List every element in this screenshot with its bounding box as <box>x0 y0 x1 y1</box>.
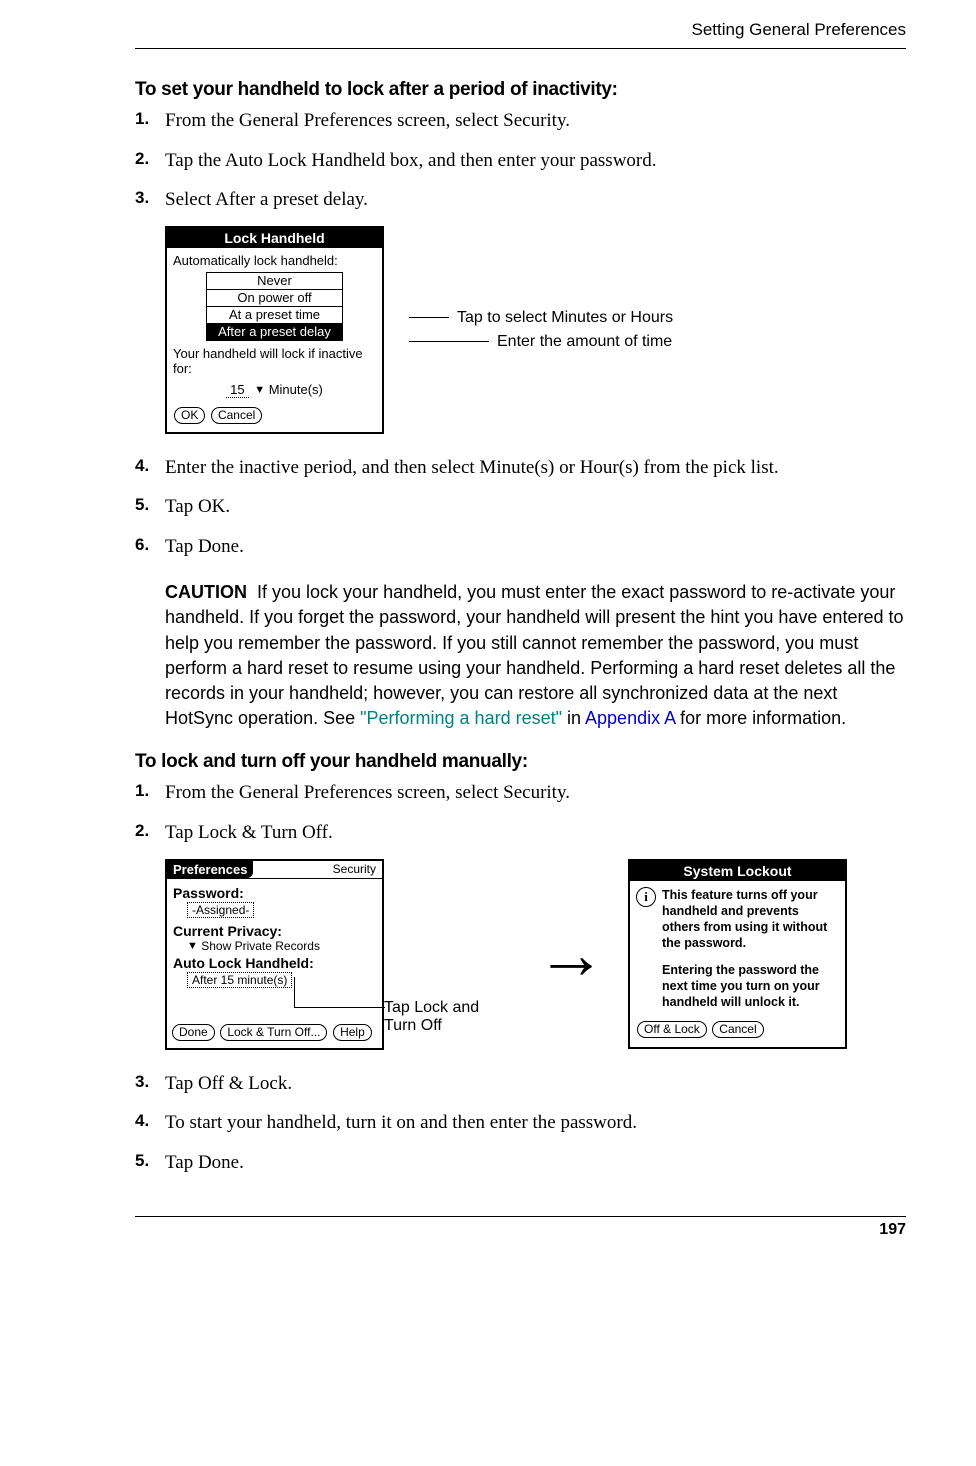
steps-list-2: 1.From the General Preferences screen, s… <box>135 779 906 846</box>
caution-block: CAUTION If you lock your handheld, you m… <box>165 580 906 731</box>
steps-list-1b: 4.Enter the inactive period, and then se… <box>135 454 906 561</box>
prompt-inactive: Your handheld will lock if inactive for: <box>173 346 376 376</box>
help-button[interactable]: Help <box>333 1024 372 1041</box>
callout-leader <box>409 317 449 318</box>
privacy-dropdown[interactable]: ▼ Show Private Records <box>187 939 376 953</box>
delay-value-input[interactable]: 15 <box>226 382 248 398</box>
prompt-auto-lock: Automatically lock handheld: <box>173 253 376 268</box>
prefs-category[interactable]: Security <box>327 861 382 878</box>
password-label: Password: <box>173 885 376 901</box>
step-number: 2. <box>135 819 165 847</box>
step-number: 3. <box>135 186 165 214</box>
preferences-dialog: Preferences Security Password: -Assigned… <box>165 859 384 1050</box>
prefs-tab: Preferences <box>167 861 253 878</box>
option-never[interactable]: Never <box>207 272 342 290</box>
step-text: Tap Done. <box>165 1149 906 1177</box>
lockout-para2: Entering the password the next time you … <box>662 962 839 1011</box>
option-preset-time[interactable]: At a preset time <box>207 306 342 324</box>
ok-button[interactable]: OK <box>174 407 205 424</box>
step-text: Select After a preset delay. <box>165 186 906 214</box>
steps-list-1: 1.From the General Preferences screen, s… <box>135 107 906 214</box>
caution-label: CAUTION <box>165 582 247 602</box>
step-number: 4. <box>135 1109 165 1137</box>
off-lock-button[interactable]: Off & Lock <box>637 1021 707 1038</box>
section-heading-2: To lock and turn off your handheld manua… <box>135 751 906 773</box>
option-preset-delay[interactable]: After a preset delay <box>207 323 342 341</box>
steps-list-2b: 3.Tap Off & Lock. 4.To start your handhe… <box>135 1070 906 1177</box>
arrow-right-icon: → <box>536 915 606 993</box>
dropdown-arrow-icon: ▼ <box>187 940 198 952</box>
callout-column: Tap Lock and Turn Off <box>384 999 514 1050</box>
password-value[interactable]: -Assigned- <box>187 902 254 918</box>
callout-leader <box>409 341 489 342</box>
section-heading-1: To set your handheld to lock after a per… <box>135 79 906 101</box>
delay-unit[interactable]: Minute(s) <box>269 382 323 397</box>
caution-text: If you lock your handheld, you must ente… <box>165 582 903 728</box>
step-text: To start your handheld, turn it on and t… <box>165 1109 906 1137</box>
figure-lock-handheld: Lock Handheld Automatically lock handhel… <box>165 226 906 434</box>
lockout-title: System Lockout <box>630 861 845 881</box>
header-rule <box>135 48 906 49</box>
step-text: Tap Lock & Turn Off. <box>165 819 906 847</box>
system-lockout-dialog: System Lockout i This feature turns off … <box>628 859 847 1050</box>
link-hard-reset[interactable]: "Performing a hard reset" <box>360 708 562 728</box>
cancel-button[interactable]: Cancel <box>211 407 262 424</box>
step-number: 6. <box>135 533 165 561</box>
done-button[interactable]: Done <box>172 1024 215 1041</box>
lockout-para1: This feature turns off your handheld and… <box>662 887 839 952</box>
dropdown-arrow-icon[interactable]: ▼ <box>254 384 265 396</box>
autolock-value[interactable]: After 15 minute(s) <box>187 972 292 988</box>
step-number: 5. <box>135 493 165 521</box>
step-number: 3. <box>135 1070 165 1098</box>
step-number: 2. <box>135 147 165 175</box>
step-text: Tap OK. <box>165 493 906 521</box>
step-text: From the General Preferences screen, sel… <box>165 107 906 135</box>
cancel-button[interactable]: Cancel <box>712 1021 763 1038</box>
page-header: Setting General Preferences <box>135 20 906 40</box>
step-text: Enter the inactive period, and then sele… <box>165 454 906 482</box>
step-text: Tap Off & Lock. <box>165 1070 906 1098</box>
privacy-label: Current Privacy: <box>173 923 376 939</box>
lock-handheld-dialog: Lock Handheld Automatically lock handhel… <box>165 226 384 434</box>
step-number: 1. <box>135 107 165 135</box>
step-number: 1. <box>135 779 165 807</box>
info-icon: i <box>636 887 656 907</box>
callout-leader <box>294 977 385 1008</box>
page-number: 197 <box>135 1221 906 1239</box>
option-poweroff[interactable]: On power off <box>207 289 342 307</box>
callout-text: Tap to select Minutes or Hours <box>457 309 673 327</box>
step-text: Tap Done. <box>165 533 906 561</box>
lock-options[interactable]: Never On power off At a preset time Afte… <box>206 272 343 341</box>
caution-text-post: for more information. <box>675 708 846 728</box>
footer-rule <box>135 1216 906 1217</box>
caution-text-mid: in <box>562 708 585 728</box>
step-number: 5. <box>135 1149 165 1177</box>
dialog-title: Lock Handheld <box>167 228 382 248</box>
callout-text: Tap Lock and Turn Off <box>384 999 514 1036</box>
step-text: From the General Preferences screen, sel… <box>165 779 906 807</box>
callouts-1: Tap to select Minutes or Hours Enter the… <box>409 303 673 357</box>
figure-preferences-lockout: Preferences Security Password: -Assigned… <box>165 859 906 1050</box>
step-text: Tap the Auto Lock Handheld box, and then… <box>165 147 906 175</box>
callout-text: Enter the amount of time <box>497 333 672 351</box>
step-number: 4. <box>135 454 165 482</box>
lock-turnoff-button[interactable]: Lock & Turn Off... <box>220 1024 327 1041</box>
link-appendix[interactable]: Appendix A <box>585 708 675 728</box>
autolock-label: Auto Lock Handheld: <box>173 955 376 971</box>
